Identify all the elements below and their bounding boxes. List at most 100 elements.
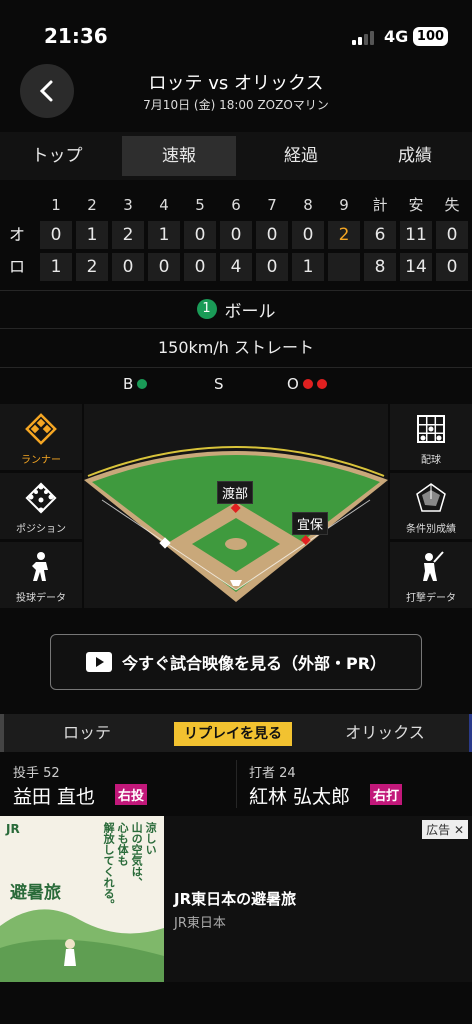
batting-data-label: 打撃データ — [406, 593, 456, 604]
replay-button[interactable]: リプレイを見る — [174, 722, 292, 746]
scoreboard-cell — [328, 253, 360, 281]
pitch-chart-button[interactable]: 配球 — [390, 404, 472, 470]
pitcher-card[interactable]: 投手 52 益田 直也 右投 — [0, 752, 236, 816]
tab-stats[interactable]: 成績 — [358, 132, 472, 180]
ad-banner[interactable]: JR 避暑旅 涼しい 山の空気は、 心も体も 解放してくれる。 JR東日本の避暑… — [0, 816, 472, 982]
ad-image-title: 避暑旅 — [10, 883, 61, 903]
out-label: O — [287, 375, 299, 393]
out-dot — [302, 379, 313, 389]
ad-copy-4: 解放してくれる。 — [102, 822, 116, 910]
close-icon[interactable]: ✕ — [454, 823, 464, 837]
scoreboard-cell: 0 — [436, 221, 468, 249]
scoreboard-header-cell: 安 — [408, 196, 424, 214]
scoreboard-cell: 8 — [364, 253, 396, 281]
scoreboard-header-cell: 2 — [87, 196, 97, 214]
runner-label: ランナー — [21, 455, 61, 466]
scoreboard-cell: 0 — [112, 253, 144, 281]
ad-copy-1: 涼しい — [144, 822, 158, 855]
batter-card[interactable]: 打者 24 紅林 弘太郎 右打 — [236, 752, 472, 816]
game-subtitle: 7月10日 (金) 18:00 ZOZOマリン — [143, 98, 329, 112]
scoreboard-cell: 0 — [220, 221, 252, 249]
fielder-label-first: 宜保 — [292, 512, 329, 535]
game-title: ロッテ vs オリックス — [148, 73, 324, 94]
radar-chart-icon — [416, 483, 446, 512]
scoreboard-cell: 0 — [184, 253, 216, 281]
out-dot — [316, 379, 327, 389]
scoreboard-cell: 14 — [400, 253, 432, 281]
watch-video-button[interactable]: 今すぐ試合映像を見る（外部・PR） — [50, 634, 422, 690]
scoreboard-cell: 1 — [40, 253, 72, 281]
batter-hand-badge: 右打 — [370, 784, 403, 805]
tab-live[interactable]: 速報 — [122, 136, 236, 176]
team-abbr: オ — [9, 225, 26, 244]
scoreboard-header-cell: 7 — [267, 196, 277, 214]
scoreboard-header-cell: 計 — [372, 196, 388, 214]
status-bar: 21:36 4G 100 — [0, 0, 472, 60]
signal-icon — [352, 31, 376, 45]
watch-video-label: 今すぐ試合映像を見る（外部・PR） — [121, 654, 387, 673]
runner-button[interactable]: ランナー — [0, 404, 82, 470]
scoreboard-cell: 2 — [112, 221, 144, 249]
batter-role: 打者 24 — [249, 766, 296, 781]
scoreboard: 123456789計安失 オ 0 1 2 1 0 0 0 0 2 6 11 0 ロ 120004018… — [0, 188, 472, 288]
scoreboard-cell: 0 — [256, 221, 288, 249]
battery-icon: 100 — [413, 27, 448, 46]
pitcher-role: 投手 52 — [13, 766, 60, 781]
divider — [0, 290, 472, 291]
scoreboard-cell: 1 — [292, 253, 324, 281]
baseball-field — [84, 404, 388, 608]
pitcher-icon — [32, 552, 48, 581]
team-abbr: ロ — [9, 257, 26, 276]
scoreboard-cell: 0 — [292, 221, 324, 249]
scoreboard-header-cell: 失 — [444, 196, 460, 214]
scoreboard-header-cell: 9 — [339, 196, 349, 214]
grid-chart-icon — [417, 415, 445, 443]
scoreboard-cell: 11 — [400, 221, 432, 249]
pitch-data-label: 投球データ — [16, 593, 66, 604]
ad-tag-text: 広告 — [426, 823, 451, 837]
scoreboard-cell: 2 — [328, 221, 360, 249]
pitch-chart-label: 配球 — [421, 455, 441, 466]
batter-name: 紅林 弘太郎 — [249, 786, 351, 808]
fielder-label-ss: 渡部 — [217, 481, 254, 504]
ad-label[interactable]: 広告 ✕ — [422, 820, 468, 839]
tab-bar: トップ 速報 経過 成績 — [0, 132, 472, 180]
play-icon — [85, 652, 112, 672]
network-type: 4G — [384, 27, 409, 46]
position-label: ポジション — [16, 524, 66, 535]
scoreboard-header-cell: 1 — [51, 196, 61, 214]
scoreboard-cell: 6 — [364, 221, 396, 249]
scoreboard-cell: 2 — [76, 253, 108, 281]
tab-top[interactable]: トップ — [0, 132, 114, 180]
scoreboard-cell: 0 — [436, 253, 468, 281]
scoreboard-header-cell: 3 — [123, 196, 133, 214]
position-button[interactable]: ポジション — [0, 473, 82, 539]
scoreboard-cell: 0 — [184, 221, 216, 249]
scoreboard-header-cell: 8 — [303, 196, 313, 214]
strike-label: S — [214, 375, 224, 393]
ad-title[interactable]: JR東日本の避暑旅 — [174, 888, 296, 909]
chevron-left-icon — [39, 80, 53, 102]
batting-data-button[interactable]: 打撃データ — [390, 542, 472, 608]
pitch-info: 150km/h ストレート — [157, 338, 314, 357]
ball-count: B — [123, 372, 148, 396]
ad-image[interactable]: JR 避暑旅 涼しい 山の空気は、 心も体も 解放してくれる。 — [0, 816, 164, 982]
scoreboard-cell: 4 — [220, 253, 252, 281]
team-tab-orix[interactable]: オリックス — [298, 714, 472, 752]
batter-icon — [423, 551, 444, 581]
field-area: ランナー ポジション 投球データ 渡部 宜保 配球 条件別成績 打撃データ — [0, 404, 472, 608]
tab-progress[interactable]: 経過 — [244, 132, 358, 180]
scoreboard-row-lotte: ロ 1 2 0 0 0 4 0 1 8 14 0 — [0, 253, 472, 281]
pitcher-hand-badge: 右投 — [115, 784, 148, 805]
runner-diamond-icon — [25, 413, 57, 445]
ball-dot — [137, 379, 148, 389]
team-switch-bar: ロッテ リプレイを見る オリックス — [0, 714, 472, 752]
team-tab-lotte[interactable]: ロッテ — [0, 714, 174, 752]
pitch-result: 1 ボール — [0, 292, 472, 326]
split-stats-button[interactable]: 条件別成績 — [390, 473, 472, 539]
divider — [0, 328, 472, 329]
scoreboard-cell: 0 — [256, 253, 288, 281]
back-button[interactable] — [20, 64, 74, 118]
pitch-data-button[interactable]: 投球データ — [0, 542, 82, 608]
scoreboard-cell: 1 — [148, 221, 180, 249]
